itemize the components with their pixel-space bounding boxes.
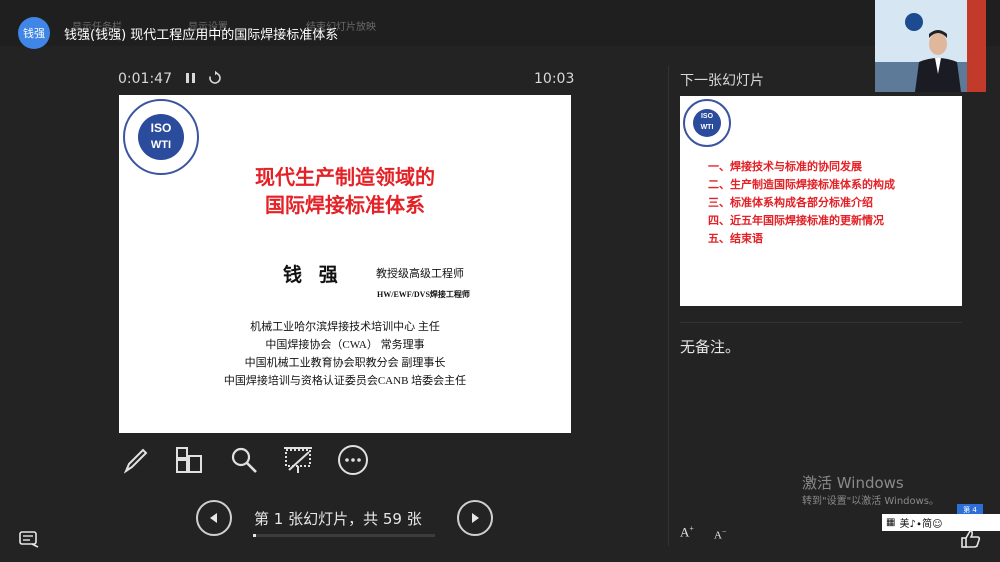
activate-windows-title: 激活 Windows	[802, 474, 904, 492]
ime-status[interactable]: 美♪∙简☺	[899, 515, 942, 530]
logo-iso-text: ISO	[150, 121, 172, 135]
chevron-right-icon	[472, 513, 479, 523]
agenda-item: 四、近五年国际焊接标准的更新情况	[708, 215, 884, 227]
affiliation-line: 中国焊接培训与资格认证委员会CANB 培委会主任	[223, 375, 467, 387]
thumbs-up-icon[interactable]	[960, 529, 982, 549]
ime-toolbar[interactable]: ▦ 美♪∙简☺	[882, 514, 1000, 531]
elapsed-timer: 0:01:47	[118, 71, 172, 87]
presenter-name: 钱 强	[283, 265, 344, 286]
zoom-icon[interactable]	[226, 442, 262, 478]
agenda-item: 二、生产制造国际焊接标准体系的构成	[708, 179, 895, 191]
slide-progress-track	[253, 534, 435, 537]
ime-grid-icon[interactable]: ▦	[886, 517, 895, 528]
logo-wti-text: WTI	[700, 124, 714, 131]
slide-counter: 第 1 张幻灯片，共 59 张	[254, 510, 422, 528]
more-options-icon[interactable]	[335, 442, 371, 478]
speaker-notes: 无备注。	[680, 338, 741, 356]
previous-slide-button[interactable]	[196, 500, 232, 536]
clock: 10:03	[534, 71, 575, 87]
logo-iso-text: ISO	[700, 113, 714, 120]
affiliation-line: 中国焊接协会（CWA） 常务理事	[265, 339, 425, 351]
increase-font-button[interactable]: A+	[680, 524, 694, 540]
notes-divider	[680, 322, 962, 323]
panel-divider	[668, 66, 669, 546]
decrease-font-label: A	[714, 529, 722, 542]
decrease-font-button[interactable]: A−	[714, 527, 726, 542]
current-slide[interactable]: ISO WTI 现代生产制造领域的 国际焊接标准体系 钱 强 教授级高级工程师 …	[119, 95, 571, 433]
next-slide-label: 下一张幻灯片	[680, 73, 764, 89]
chevron-left-icon	[210, 513, 217, 523]
affiliation-line: 机械工业哈尔滨焊接技术培训中心 主任	[250, 321, 440, 333]
presenter-certification: HW/EWF/DVS焊接工程师	[377, 290, 470, 299]
activate-windows-subtitle: 转到"设置"以激活 Windows。	[802, 496, 940, 507]
logo-wti-text: WTI	[150, 139, 172, 151]
avatar[interactable]: 钱强	[18, 17, 50, 49]
see-all-slides-icon[interactable]	[171, 442, 207, 478]
presenter-rank: 教授级高级工程师	[376, 268, 464, 280]
presenter-video	[875, 0, 986, 92]
pen-icon[interactable]	[118, 442, 154, 478]
next-slide-button[interactable]	[457, 500, 493, 536]
agenda-item: 五、结束语	[708, 233, 763, 245]
chat-icon[interactable]	[18, 530, 40, 548]
increase-font-label: A	[680, 524, 690, 540]
iso-wti-logo: ISO WTI	[683, 99, 731, 147]
agenda-item: 三、标准体系构成各部分标准介绍	[708, 197, 873, 209]
reset-timer-icon[interactable]	[207, 70, 223, 86]
slide-title-line-2: 国际焊接标准体系	[265, 195, 425, 217]
meeting-title: 钱强(钱强) 现代工程应用中的国际焊接标准体系	[64, 28, 339, 43]
pause-icon[interactable]	[184, 70, 198, 86]
next-slide-preview[interactable]: ISO WTI 一、焊接技术与标准的协同发展 二、生产制造国际焊接标准体系的构成…	[680, 96, 962, 306]
slide-progress-fill	[253, 534, 256, 537]
slide-title-line-1: 现代生产制造领域的	[255, 167, 435, 189]
agenda-item: 一、焊接技术与标准的协同发展	[708, 161, 862, 173]
black-screen-icon[interactable]	[280, 442, 316, 478]
affiliation-line: 中国机械工业教育协会职教分会 副理事长	[244, 357, 446, 369]
